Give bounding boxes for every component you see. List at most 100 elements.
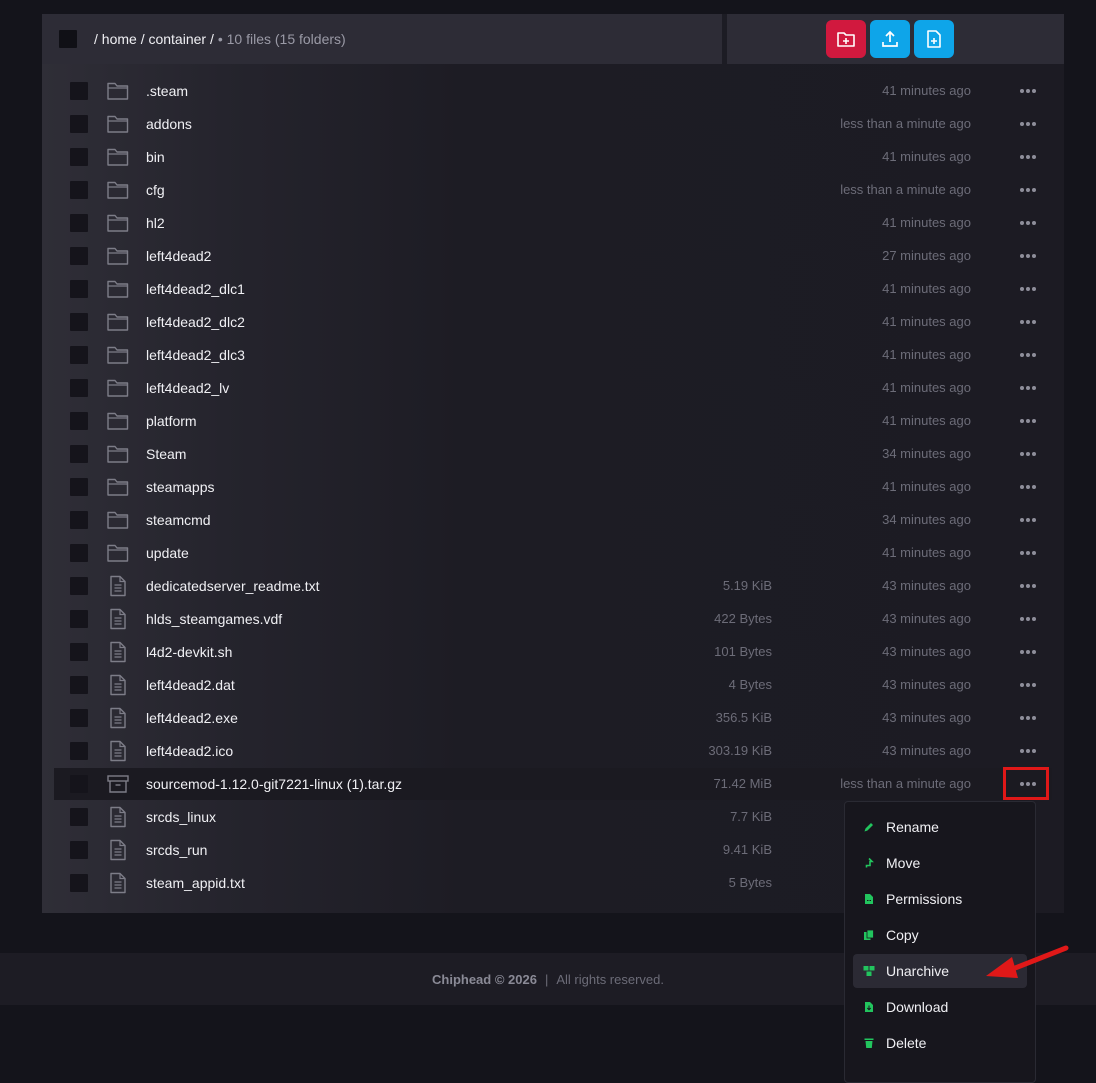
file-name[interactable]: update: [146, 545, 189, 561]
menu-item-rename[interactable]: Rename: [853, 810, 1027, 844]
row-checkbox[interactable]: [70, 808, 88, 826]
row-checkbox[interactable]: [70, 478, 88, 496]
breadcrumb[interactable]: / home / container /: [94, 31, 214, 47]
more-options-icon[interactable]: [1016, 578, 1040, 594]
file-name[interactable]: dedicatedserver_readme.txt: [146, 578, 320, 594]
file-name[interactable]: bin: [146, 149, 165, 165]
more-options-icon[interactable]: [1016, 611, 1040, 627]
row-checkbox[interactable]: [70, 511, 88, 529]
select-all-checkbox[interactable]: [59, 30, 77, 48]
menu-item-move[interactable]: Move: [853, 846, 1027, 880]
more-options-icon[interactable]: [1016, 347, 1040, 363]
row-checkbox[interactable]: [70, 313, 88, 331]
file-row[interactable]: hl2 41 minutes ago: [54, 207, 1052, 239]
row-checkbox[interactable]: [70, 280, 88, 298]
file-name[interactable]: left4dead2.ico: [146, 743, 233, 759]
file-name[interactable]: left4dead2: [146, 248, 211, 264]
row-checkbox[interactable]: [70, 577, 88, 595]
more-options-icon[interactable]: [1016, 83, 1040, 99]
row-checkbox[interactable]: [70, 709, 88, 727]
row-checkbox[interactable]: [70, 379, 88, 397]
row-checkbox[interactable]: [70, 874, 88, 892]
more-options-icon[interactable]: [1016, 413, 1040, 429]
row-checkbox[interactable]: [70, 742, 88, 760]
more-options-icon[interactable]: [1016, 710, 1040, 726]
file-row[interactable]: cfg less than a minute ago: [54, 174, 1052, 206]
file-row[interactable]: left4dead2.dat 4 Bytes 43 minutes ago: [54, 669, 1052, 701]
more-options-icon[interactable]: [1016, 248, 1040, 264]
row-checkbox[interactable]: [70, 544, 88, 562]
row-checkbox[interactable]: [70, 676, 88, 694]
row-checkbox[interactable]: [70, 247, 88, 265]
file-name[interactable]: hlds_steamgames.vdf: [146, 611, 282, 627]
row-checkbox[interactable]: [70, 181, 88, 199]
row-checkbox[interactable]: [70, 643, 88, 661]
file-name[interactable]: steamcmd: [146, 512, 211, 528]
file-row[interactable]: steamapps 41 minutes ago: [54, 471, 1052, 503]
more-options-icon[interactable]: [1016, 512, 1040, 528]
more-options-icon[interactable]: [1016, 677, 1040, 693]
more-options-icon[interactable]: [1016, 281, 1040, 297]
menu-item-permissions[interactable]: Permissions: [853, 882, 1027, 916]
more-options-icon[interactable]: [1016, 743, 1040, 759]
file-row[interactable]: left4dead2.exe 356.5 KiB 43 minutes ago: [54, 702, 1052, 734]
more-options-icon[interactable]: [1016, 116, 1040, 132]
file-row[interactable]: dedicatedserver_readme.txt 5.19 KiB 43 min…: [54, 570, 1052, 602]
file-name[interactable]: sourcemod-1.12.0-git7221-linux (1).tar.g…: [146, 776, 402, 792]
row-checkbox[interactable]: [70, 841, 88, 859]
row-checkbox[interactable]: [70, 148, 88, 166]
file-row[interactable]: .steam 41 minutes ago: [54, 75, 1052, 107]
file-row[interactable]: update 41 minutes ago: [54, 537, 1052, 569]
more-options-icon[interactable]: [1016, 149, 1040, 165]
row-checkbox[interactable]: [70, 445, 88, 463]
file-name[interactable]: left4dead2_dlc2: [146, 314, 245, 330]
more-options-icon[interactable]: [1016, 644, 1040, 660]
more-options-icon[interactable]: [1016, 545, 1040, 561]
row-checkbox[interactable]: [70, 82, 88, 100]
file-name[interactable]: addons: [146, 116, 192, 132]
file-name[interactable]: left4dead2.dat: [146, 677, 235, 693]
more-options-icon[interactable]: [1016, 479, 1040, 495]
row-checkbox[interactable]: [70, 214, 88, 232]
file-name[interactable]: steam_appid.txt: [146, 875, 245, 891]
file-name[interactable]: left4dead2_dlc3: [146, 347, 245, 363]
file-name[interactable]: platform: [146, 413, 197, 429]
file-name[interactable]: steamapps: [146, 479, 214, 495]
file-row[interactable]: steamcmd 34 minutes ago: [54, 504, 1052, 536]
file-name[interactable]: hl2: [146, 215, 165, 231]
row-checkbox[interactable]: [70, 346, 88, 364]
menu-item-delete[interactable]: Delete: [853, 1026, 1027, 1060]
file-name[interactable]: srcds_run: [146, 842, 207, 858]
file-name[interactable]: l4d2-devkit.sh: [146, 644, 232, 660]
more-options-icon[interactable]: [1016, 215, 1040, 231]
file-row[interactable]: l4d2-devkit.sh 101 Bytes 43 minutes ago: [54, 636, 1052, 668]
more-options-icon[interactable]: [1016, 314, 1040, 330]
file-name[interactable]: .steam: [146, 83, 188, 99]
row-checkbox[interactable]: [70, 115, 88, 133]
row-checkbox[interactable]: [70, 775, 88, 793]
file-row[interactable]: hlds_steamgames.vdf 422 Bytes 43 minutes a…: [54, 603, 1052, 635]
file-row[interactable]: left4dead2.ico 303.19 KiB 43 minutes ago: [54, 735, 1052, 767]
file-row[interactable]: addons less than a minute ago: [54, 108, 1052, 140]
upload-button[interactable]: [870, 20, 910, 58]
new-file-button[interactable]: [914, 20, 954, 58]
file-row[interactable]: left4dead2 27 minutes ago: [54, 240, 1052, 272]
file-row[interactable]: left4dead2_dlc1 41 minutes ago: [54, 273, 1052, 305]
file-row[interactable]: Steam 34 minutes ago: [54, 438, 1052, 470]
more-options-icon[interactable]: [1016, 380, 1040, 396]
more-options-icon[interactable]: [1016, 182, 1040, 198]
menu-item-download[interactable]: Download: [853, 990, 1027, 1024]
file-row[interactable]: sourcemod-1.12.0-git7221-linux (1).tar.g…: [54, 768, 1052, 800]
file-name[interactable]: srcds_linux: [146, 809, 216, 825]
file-row[interactable]: left4dead2_dlc3 41 minutes ago: [54, 339, 1052, 371]
file-row[interactable]: bin 41 minutes ago: [54, 141, 1052, 173]
row-checkbox[interactable]: [70, 610, 88, 628]
file-row[interactable]: platform 41 minutes ago: [54, 405, 1052, 437]
file-name[interactable]: cfg: [146, 182, 165, 198]
file-name[interactable]: left4dead2.exe: [146, 710, 238, 726]
file-row[interactable]: left4dead2_lv 41 minutes ago: [54, 372, 1052, 404]
file-name[interactable]: left4dead2_dlc1: [146, 281, 245, 297]
new-folder-button[interactable]: [826, 20, 866, 58]
file-name[interactable]: Steam: [146, 446, 186, 462]
file-name[interactable]: left4dead2_lv: [146, 380, 229, 396]
